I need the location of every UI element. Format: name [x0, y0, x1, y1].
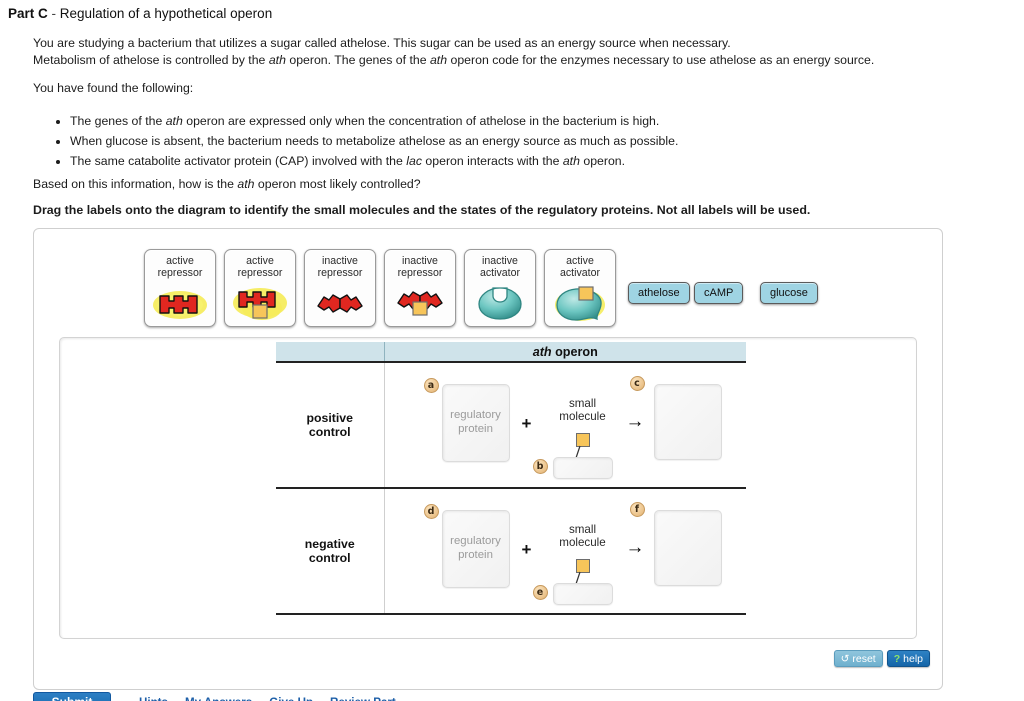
dropzone-b-small-molecule[interactable] — [552, 457, 613, 479]
label-tile-text: inactive repressor — [317, 255, 363, 280]
label-chip-glucose[interactable]: glucose — [760, 282, 818, 304]
marker-a: a — [423, 378, 439, 393]
dropzone-e-small-molecule[interactable] — [552, 583, 613, 605]
reset-icon: ↺ — [840, 652, 850, 665]
question-text: Based on this information, how is the at… — [33, 177, 421, 191]
marker-d: d — [423, 504, 439, 519]
intro-line-2: Metabolism of athelose is controlled by … — [33, 52, 875, 67]
submit-button[interactable]: Submit — [33, 692, 111, 701]
list-item: The genes of the ath operon are expresse… — [70, 112, 678, 132]
dropzone-d-regulatory-protein[interactable]: regulatory protein — [441, 510, 510, 588]
label-tile-inactive-repressor[interactable]: inactive repressor — [304, 249, 376, 327]
label-tile-inactive-activator[interactable]: inactive activator — [464, 249, 536, 327]
dropzone-placeholder: regulatory protein — [450, 535, 501, 561]
activity-panel: active repressor active repressor inacti… — [33, 228, 943, 690]
label-tile-text: active repressor — [157, 255, 203, 280]
table-row-positive-control: positive control a regulatory protein + … — [276, 362, 746, 489]
label-chip-camp[interactable]: cAMP — [694, 282, 744, 304]
dropzone-c-result[interactable] — [653, 384, 722, 460]
label-tile-text: active repressor — [237, 255, 283, 280]
my-answers-link[interactable]: My Answers — [185, 696, 252, 701]
plus-sign-negative: + — [521, 540, 532, 559]
list-item: The same catabolite activator protein (C… — [70, 152, 678, 172]
label-tile-active-repressor[interactable]: active repressor — [144, 249, 216, 327]
label-tile-inactive-repressor-bound[interactable]: inactive repressor — [384, 249, 456, 327]
marker-b: b — [532, 459, 548, 474]
review-part-link[interactable]: Review Part — [330, 696, 396, 701]
label-tile-text: active activator — [559, 255, 601, 280]
give-up-link[interactable]: Give Up — [269, 696, 313, 701]
active-repressor-icon — [145, 279, 215, 326]
footer-links: Hints My Answers Give Up Review Part — [139, 696, 396, 701]
reset-button[interactable]: ↺ reset — [833, 650, 883, 667]
equation-negative: d regulatory protein + small molecule e … — [386, 490, 746, 612]
label-tile-active-activator[interactable]: active activator — [544, 249, 616, 327]
help-label: help — [903, 652, 923, 665]
found-heading: You have found the following: — [33, 81, 194, 95]
reset-label: reset — [852, 652, 876, 665]
operon-table: ath operon positive control a regulatory… — [276, 342, 746, 615]
dropzone-a-regulatory-protein[interactable]: regulatory protein — [441, 384, 510, 462]
footer-bar: Submit Hints My Answers Give Up Review P… — [33, 692, 396, 701]
active-repressor-bound-icon — [225, 279, 295, 326]
label-tile-text: inactive repressor — [397, 255, 443, 280]
intro-paragraph-1: You are studying a bacterium that utiliz… — [33, 35, 874, 69]
help-button[interactable]: ? help — [886, 650, 930, 667]
reaction-arrow-positive: → — [625, 411, 645, 432]
label-chip-athelose[interactable]: athelose — [628, 282, 690, 304]
row-content-negative-control: d regulatory protein + small molecule e … — [383, 488, 746, 615]
marker-e: e — [532, 585, 548, 600]
reaction-arrow-negative: → — [625, 537, 645, 558]
question-mark-icon: ? — [893, 652, 901, 665]
intro-line-1: You are studying a bacterium that utiliz… — [33, 36, 731, 50]
label-tile-text: inactive activator — [479, 255, 521, 280]
inactive-repressor-bound-icon — [385, 279, 455, 326]
list-item: When glucose is absent, the bacterium ne… — [70, 132, 678, 152]
small-molecule-label-positive: small molecule — [559, 397, 606, 424]
title-dash: - — [51, 6, 57, 21]
inactive-activator-icon — [465, 279, 535, 326]
header-cell-ath-operon: ath operon — [383, 342, 746, 363]
dropzone-f-result[interactable] — [653, 510, 722, 586]
row-content-positive-control: a regulatory protein + small molecule b … — [383, 362, 746, 489]
equation-positive: a regulatory protein + small molecule b … — [386, 364, 746, 486]
marker-f: f — [629, 502, 645, 517]
table-row-negative-control: negative control d regulatory protein + … — [276, 488, 746, 615]
active-activator-icon — [545, 279, 615, 326]
plus-sign-positive: + — [521, 414, 532, 433]
findings-list: The genes of the ath operon are expresse… — [52, 112, 678, 172]
row-label-negative-control: negative control — [276, 488, 384, 615]
diagram-card: ath operon positive control a regulatory… — [59, 337, 917, 639]
row-label-positive-control: positive control — [276, 362, 384, 489]
inactive-repressor-icon — [305, 279, 375, 326]
header-cell-blank — [276, 342, 384, 363]
part-label: Part C — [8, 6, 48, 21]
label-tile-active-repressor-bound[interactable]: active repressor — [224, 249, 296, 327]
diagram-tools: ↺ reset ? help — [833, 650, 930, 667]
marker-c: c — [629, 376, 645, 391]
small-molecule-label-negative: small molecule — [559, 523, 606, 550]
instruction-text: Drag the labels onto the diagram to iden… — [33, 203, 811, 217]
table-header-row: ath operon — [276, 342, 746, 363]
part-title-text: Regulation of a hypothetical operon — [59, 6, 273, 21]
hints-link[interactable]: Hints — [139, 696, 168, 701]
page-title: Part C - Regulation of a hypothetical op… — [8, 6, 272, 21]
dropzone-placeholder: regulatory protein — [450, 409, 501, 435]
